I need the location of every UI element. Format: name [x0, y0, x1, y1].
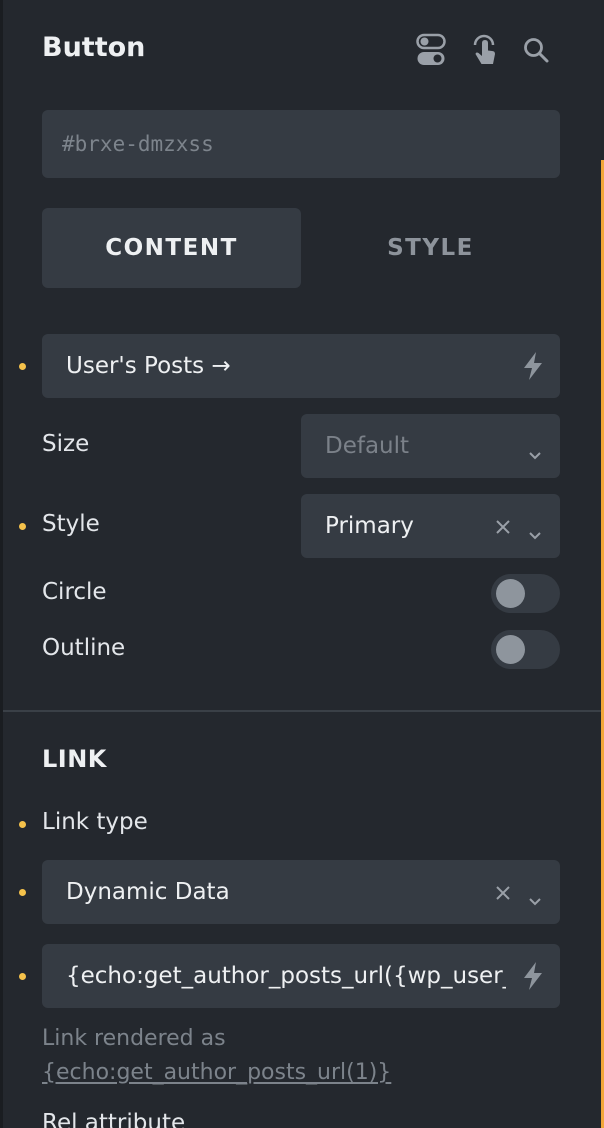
- link-type-label: Link type: [42, 809, 148, 835]
- chevron-down-icon: [528, 521, 542, 547]
- element-id-field[interactable]: #brxe-dmzxss: [42, 110, 560, 178]
- lightning-bolt-icon[interactable]: [522, 961, 544, 997]
- chevron-down-icon: [528, 887, 542, 913]
- clear-icon[interactable]: [494, 516, 512, 542]
- link-type-value: Dynamic Data: [66, 879, 230, 905]
- link-rendered-hint: Link rendered as {echo:get_author_posts_…: [42, 1022, 391, 1090]
- modified-indicator: [19, 973, 26, 980]
- lightning-bolt-icon[interactable]: [522, 351, 544, 387]
- size-select[interactable]: Default: [301, 414, 560, 478]
- hint-prefix: Link rendered as: [42, 1026, 226, 1051]
- panel-title: Button: [42, 32, 146, 63]
- modified-indicator: [19, 523, 26, 530]
- tab-content[interactable]: CONTENT: [42, 208, 301, 288]
- link-section-title[interactable]: LINK: [42, 745, 107, 773]
- style-select[interactable]: Primary: [301, 494, 560, 558]
- dynamic-data-value: {echo:get_author_posts_url({wp_user_i: [66, 963, 506, 989]
- size-label: Size: [42, 431, 90, 457]
- touch-gesture-icon[interactable]: [467, 32, 501, 68]
- search-icon[interactable]: [519, 32, 553, 68]
- section-divider: [3, 710, 601, 712]
- toggle-knob: [496, 635, 525, 664]
- modified-indicator: [19, 821, 26, 828]
- dynamic-data-input[interactable]: {echo:get_author_posts_url({wp_user_i: [42, 944, 560, 1008]
- toggle-knob: [496, 579, 525, 608]
- toggle-settings-icon[interactable]: [414, 32, 448, 68]
- chevron-down-icon: [528, 441, 542, 467]
- element-settings-panel: Button #brxe-dmzxss CONTENT STYLE User's…: [3, 0, 601, 1128]
- circle-toggle[interactable]: [491, 574, 560, 613]
- rel-attribute-label: Rel attribute: [42, 1110, 186, 1128]
- outline-toggle[interactable]: [491, 630, 560, 669]
- rendered-link[interactable]: {echo:get_author_posts_url(1)}: [42, 1056, 391, 1090]
- circle-label: Circle: [42, 579, 107, 605]
- modified-indicator: [19, 889, 26, 896]
- link-type-select[interactable]: Dynamic Data: [42, 860, 560, 924]
- button-text-value: User's Posts →: [66, 353, 231, 379]
- size-value: Default: [325, 433, 410, 459]
- tab-style[interactable]: STYLE: [301, 208, 560, 288]
- button-text-input[interactable]: User's Posts →: [42, 334, 560, 398]
- modified-indicator: [19, 363, 26, 370]
- style-value: Primary: [325, 513, 414, 539]
- outline-label: Outline: [42, 635, 126, 661]
- clear-icon[interactable]: [494, 882, 512, 908]
- style-label: Style: [42, 511, 100, 537]
